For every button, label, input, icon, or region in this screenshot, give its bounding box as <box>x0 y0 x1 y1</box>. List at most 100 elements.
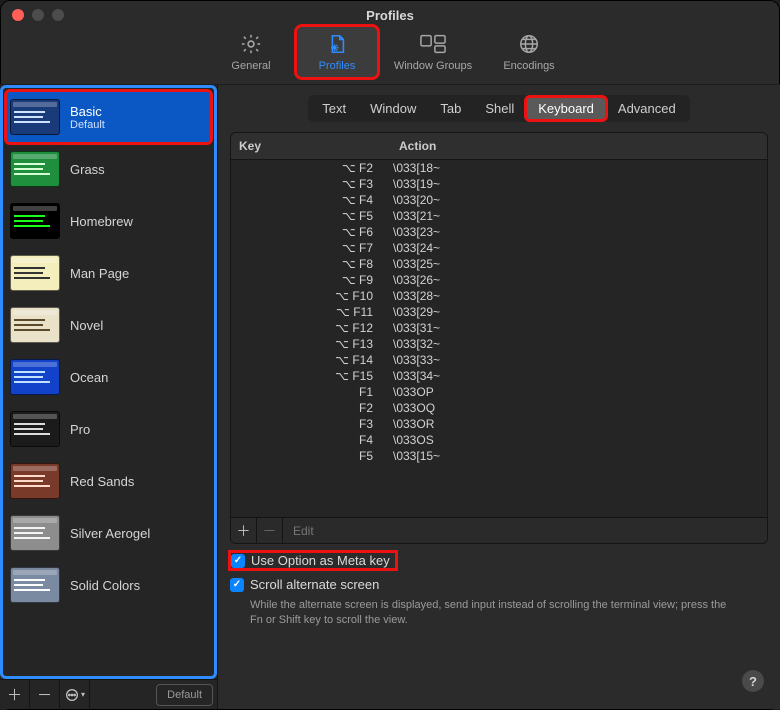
cell-action: \033[34~ <box>391 368 767 384</box>
cell-key: ⌥ F2 <box>231 160 391 176</box>
profile-name: Man Page <box>70 266 129 281</box>
toolbar: General Profiles Window Groups <box>0 22 780 84</box>
table-body[interactable]: ⌥ F2\033[18~⌥ F3\033[19~⌥ F4\033[20~⌥ F5… <box>231 160 767 517</box>
profiles-sidebar: BasicDefaultGrassHomebrewMan PageNovelOc… <box>0 85 218 709</box>
tab-window-groups[interactable]: Window Groups <box>382 26 484 78</box>
col-key: Key <box>231 133 391 159</box>
edit-binding-button[interactable]: Edit <box>283 524 324 538</box>
profile-name: Solid Colors <box>70 578 140 593</box>
profile-item-man-page[interactable]: Man Page <box>6 247 211 299</box>
remove-profile-button[interactable]: － <box>30 680 60 710</box>
cell-key: ⌥ F8 <box>231 256 391 272</box>
table-row[interactable]: ⌥ F14\033[33~ <box>231 352 767 368</box>
table-row[interactable]: ⌥ F12\033[31~ <box>231 320 767 336</box>
profile-detail: TextWindowTabShellKeyboardAdvanced Key A… <box>218 85 780 709</box>
table-row[interactable]: ⌥ F6\033[23~ <box>231 224 767 240</box>
profile-item-pro[interactable]: Pro <box>6 403 211 455</box>
cell-key: ⌥ F4 <box>231 192 391 208</box>
cell-key: F1 <box>231 384 391 400</box>
profile-thumbnail <box>10 359 60 395</box>
detail-tab-tab[interactable]: Tab <box>428 97 473 120</box>
table-row[interactable]: ⌥ F5\033[21~ <box>231 208 767 224</box>
profile-item-silver-aerogel[interactable]: Silver Aerogel <box>6 507 211 559</box>
profile-name: Grass <box>70 162 105 177</box>
profile-item-solid-colors[interactable]: Solid Colors <box>6 559 211 611</box>
table-row[interactable]: F2\033OQ <box>231 400 767 416</box>
profile-name: Homebrew <box>70 214 133 229</box>
cell-key: ⌥ F6 <box>231 224 391 240</box>
table-row[interactable]: ⌥ F13\033[32~ <box>231 336 767 352</box>
make-default-button[interactable]: Default <box>156 684 213 706</box>
profile-name: Basic <box>70 104 105 119</box>
table-row[interactable]: F3\033OR <box>231 416 767 432</box>
profiles-list[interactable]: BasicDefault Grass Homebrew Man Page Novel Oc… <box>0 85 217 679</box>
table-row[interactable]: ⌥ F11\033[29~ <box>231 304 767 320</box>
table-header: Key Action <box>231 133 767 160</box>
profile-thumbnail <box>10 515 60 551</box>
cell-action: \033[15~ <box>391 448 767 464</box>
table-row[interactable]: ⌥ F7\033[24~ <box>231 240 767 256</box>
cell-key: F5 <box>231 448 391 464</box>
detail-tab-advanced[interactable]: Advanced <box>606 97 688 120</box>
sidebar-footer: ＋ － ▾ Default <box>0 679 217 709</box>
table-row[interactable]: F4\033OS <box>231 432 767 448</box>
cell-action: \033[24~ <box>391 240 767 256</box>
profile-name: Red Sands <box>70 474 134 489</box>
table-row[interactable]: ⌥ F8\033[25~ <box>231 256 767 272</box>
detail-tab-keyboard[interactable]: Keyboard <box>526 97 606 120</box>
table-row[interactable]: ⌥ F4\033[20~ <box>231 192 767 208</box>
tab-encodings[interactable]: Encodings <box>488 26 570 78</box>
cell-action: \033[28~ <box>391 288 767 304</box>
table-row[interactable]: ⌥ F2\033[18~ <box>231 160 767 176</box>
gear-icon <box>212 30 290 58</box>
table-footer: ＋ － Edit <box>231 517 767 543</box>
tab-profiles[interactable]: Profiles <box>296 26 378 78</box>
cell-action: \033[23~ <box>391 224 767 240</box>
tab-profiles-label: Profiles <box>319 60 356 72</box>
add-binding-button[interactable]: ＋ <box>231 518 257 544</box>
profile-item-ocean[interactable]: Ocean <box>6 351 211 403</box>
cell-key: F2 <box>231 400 391 416</box>
detail-tab-text[interactable]: Text <box>310 97 358 120</box>
detail-tab-shell[interactable]: Shell <box>473 97 526 120</box>
profile-name: Silver Aerogel <box>70 526 150 541</box>
footer-help-text: While the alternate screen is displayed,… <box>250 598 734 628</box>
key-bindings-table: Key Action ⌥ F2\033[18~⌥ F3\033[19~⌥ F4\… <box>230 132 768 544</box>
remove-binding-button[interactable]: － <box>257 518 283 544</box>
help-button[interactable]: ? <box>742 670 764 692</box>
profile-item-basic[interactable]: BasicDefault <box>6 91 211 143</box>
profile-name: Novel <box>70 318 103 333</box>
profile-item-grass[interactable]: Grass <box>6 143 211 195</box>
profile-actions-button[interactable]: ▾ <box>60 680 90 710</box>
table-row[interactable]: F5\033[15~ <box>231 448 767 464</box>
main-area: BasicDefaultGrassHomebrewMan PageNovelOc… <box>0 85 780 709</box>
tab-general[interactable]: General <box>210 26 292 78</box>
profile-item-novel[interactable]: Novel <box>6 299 211 351</box>
scroll-alternate-label: Scroll alternate screen <box>250 577 379 592</box>
table-row[interactable]: ⌥ F3\033[19~ <box>231 176 767 192</box>
option-as-meta-row[interactable]: ✓ Use Option as Meta key <box>230 552 396 569</box>
profile-thumbnail <box>10 255 60 291</box>
cell-action: \033[19~ <box>391 176 767 192</box>
checkbox-checked-icon: ✓ <box>231 554 245 568</box>
profile-item-homebrew[interactable]: Homebrew <box>6 195 211 247</box>
cell-action: \033[21~ <box>391 208 767 224</box>
scroll-alternate-row[interactable]: ✓ Scroll alternate screen <box>230 577 768 592</box>
add-profile-button[interactable]: ＋ <box>0 680 30 710</box>
table-row[interactable]: ⌥ F10\033[28~ <box>231 288 767 304</box>
profile-subtitle: Default <box>70 119 105 131</box>
preferences-window: Profiles General Profiles <box>0 0 780 710</box>
profile-item-red-sands[interactable]: Red Sands <box>6 455 211 507</box>
detail-tab-window[interactable]: Window <box>358 97 428 120</box>
table-row[interactable]: F1\033OP <box>231 384 767 400</box>
cell-key: ⌥ F15 <box>231 368 391 384</box>
cell-key: F4 <box>231 432 391 448</box>
table-row[interactable]: ⌥ F15\033[34~ <box>231 368 767 384</box>
cell-action: \033[33~ <box>391 352 767 368</box>
cell-action: \033OR <box>391 416 767 432</box>
cell-key: ⌥ F3 <box>231 176 391 192</box>
cell-action: \033[25~ <box>391 256 767 272</box>
profile-name: Ocean <box>70 370 108 385</box>
table-row[interactable]: ⌥ F9\033[26~ <box>231 272 767 288</box>
cell-action: \033[29~ <box>391 304 767 320</box>
